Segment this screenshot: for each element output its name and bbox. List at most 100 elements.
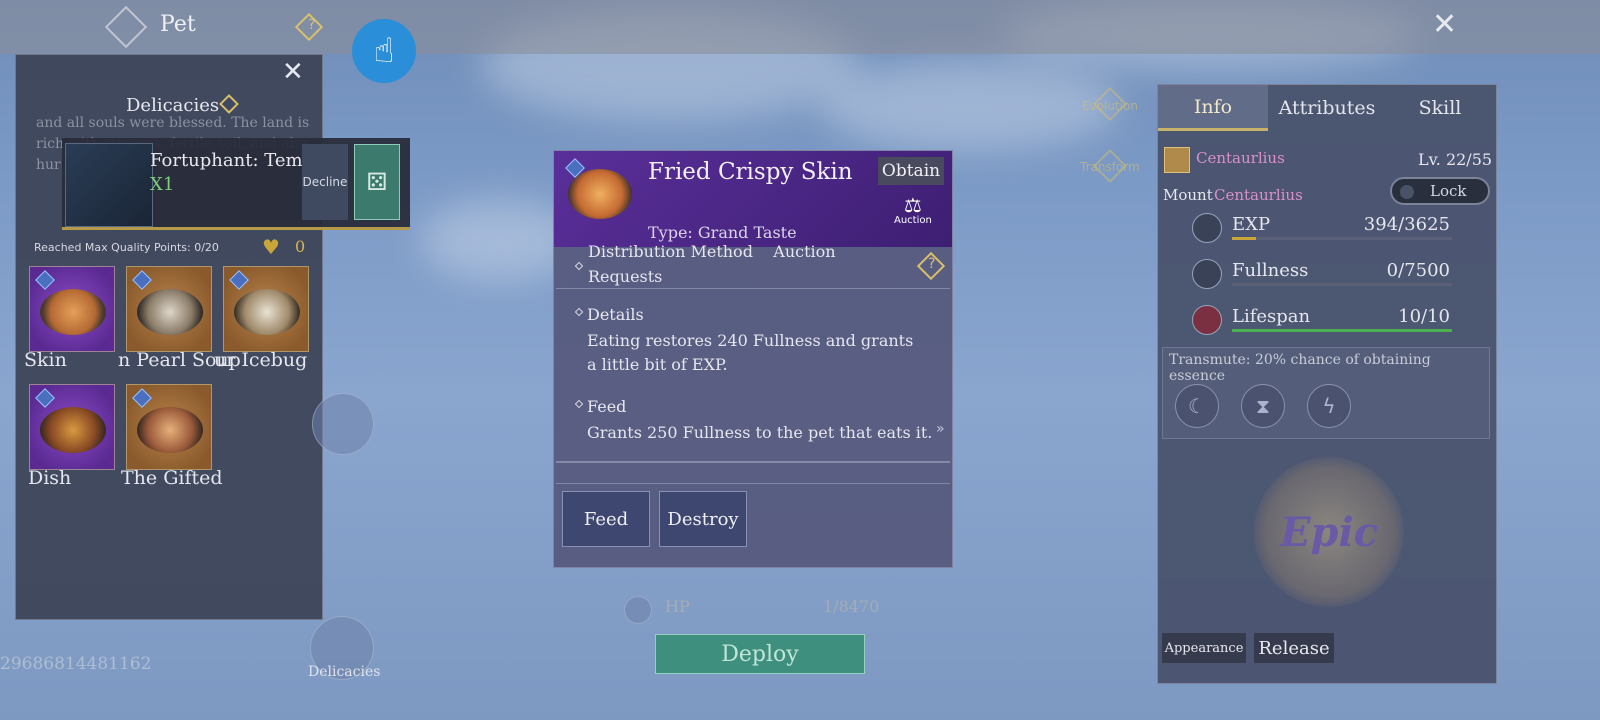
fullness-value: 0/7500 [1386, 260, 1450, 281]
food-icon [234, 289, 300, 335]
tap-hand-icon[interactable]: ☝ [352, 19, 416, 83]
mount-skill-icon[interactable] [312, 393, 374, 455]
item-badge-icon [35, 270, 55, 290]
bullet-icon [574, 399, 584, 409]
lifespan-bar-fill [1232, 329, 1452, 332]
lock-label: Lock [1430, 182, 1467, 200]
item-detail-header: Fried Crispy Skin Obtain ⚖ Auction Type:… [554, 151, 952, 247]
divider [556, 461, 950, 463]
mount-name: Centaurlius [1214, 186, 1303, 204]
item-slot[interactable] [29, 266, 115, 352]
hp-label: HP [665, 597, 690, 616]
item-slot[interactable] [223, 266, 309, 352]
item-detail-panel: Fried Crispy Skin Obtain ⚖ Auction Type:… [553, 150, 953, 568]
tab-attributes[interactable]: Attributes [1270, 85, 1384, 131]
pet-info-panel: Info Attributes Skill Centaurlius Lv. 22… [1157, 84, 1497, 684]
mount-type-icon [1164, 147, 1190, 173]
destroy-button[interactable]: Destroy [659, 491, 747, 547]
hourglass-essence-icon[interactable]: ⧗ [1241, 384, 1285, 428]
item-slot[interactable] [126, 384, 212, 470]
lifespan-value: 10/10 [1398, 306, 1450, 327]
release-button[interactable]: Release [1254, 633, 1334, 663]
lifespan-heart-icon [1192, 305, 1222, 335]
player-id: 29686814481162 [0, 654, 152, 674]
feed-button[interactable]: Feed [562, 491, 650, 547]
hp-drop-icon [624, 596, 652, 624]
food-icon [40, 289, 106, 335]
fullness-label: Fullness [1232, 260, 1309, 281]
feed-title: Feed [587, 397, 627, 416]
quality-points: Reached Max Quality Points: 0/20 [34, 241, 219, 254]
item-slot[interactable] [29, 384, 115, 470]
evolution-label: Evolution [1082, 99, 1138, 113]
exp-bar-fill [1232, 237, 1256, 240]
hp-value: 1/8470 [823, 597, 880, 616]
transmute-box: Transmute: 20% chance of obtaining essen… [1162, 347, 1490, 439]
distribution-text: Distribution Method Auction [588, 242, 836, 261]
lock-toggle[interactable]: Lock [1390, 177, 1490, 205]
panel-close-icon[interactable]: ✕ [282, 59, 304, 85]
exp-bar [1232, 237, 1452, 240]
exp-icon [1192, 213, 1222, 243]
tab-skill[interactable]: Skill [1384, 85, 1496, 131]
mount-label: Mount [1163, 186, 1213, 204]
bullet-icon [574, 261, 584, 271]
item-label: ur Icebug [214, 349, 308, 371]
close-icon[interactable]: ✕ [1432, 10, 1457, 40]
fullness-icon [1192, 259, 1222, 289]
lifespan-label: Lifespan [1232, 306, 1311, 327]
heart-icon: ♥ [262, 235, 280, 259]
scroll-down-icon[interactable]: » [936, 421, 945, 437]
food-icon [137, 289, 203, 335]
item-label: Skin [24, 349, 67, 371]
cloud [820, 60, 1120, 150]
pet-name: Centaurlius [1196, 149, 1285, 167]
item-label: Dish [28, 467, 72, 489]
toggle-knob [1400, 185, 1414, 199]
moon-essence-icon[interactable]: ☾ [1175, 384, 1219, 428]
delicacies-help-icon[interactable] [219, 94, 239, 114]
auction-label: Auction [894, 215, 932, 226]
transmute-text: Transmute: 20% chance of obtaining essen… [1169, 352, 1431, 384]
obtain-button[interactable]: Obtain [878, 157, 944, 185]
delicacies-shortcut-label: Delicacies [308, 664, 381, 680]
item-badge-icon [132, 270, 152, 290]
fried-crispy-skin-icon [568, 169, 632, 219]
rarity-emblem: Epic [1254, 457, 1404, 607]
dice-roll-button[interactable]: ⚄ [354, 144, 400, 220]
item-slot[interactable] [126, 266, 212, 352]
question-mark: ? [308, 17, 316, 33]
item-badge-icon [229, 270, 249, 290]
appearance-button[interactable]: Appearance [1162, 633, 1246, 663]
loot-quantity: X1 [150, 174, 175, 195]
lifespan-bar [1232, 329, 1452, 332]
auction-badge[interactable]: ⚖ Auction [894, 195, 932, 226]
item-label: The Gifted [121, 467, 223, 489]
bullet-icon [574, 307, 584, 317]
exp-value: 394/3625 [1363, 214, 1450, 235]
tab-info[interactable]: Info [1158, 85, 1268, 131]
fortuphant-icon [65, 143, 153, 227]
item-name: Fried Crispy Skin [648, 159, 853, 185]
transform-label: Transform [1080, 160, 1140, 174]
loot-card: Fortuphant: Temp. X1 Decline ⚄ [62, 138, 410, 230]
top-bar: Pet ? ✕ [0, 0, 1600, 54]
page-title: Pet [160, 12, 196, 37]
decline-button[interactable]: Decline [302, 144, 348, 220]
heart-count: 0 [295, 237, 306, 256]
item-badge-icon [35, 388, 55, 408]
auction-icon: ⚖ [903, 193, 922, 217]
exp-label: EXP [1232, 214, 1271, 235]
fullness-bar [1232, 283, 1452, 286]
details-title: Details [587, 305, 644, 324]
item-badge-icon [132, 388, 152, 408]
food-icon [40, 407, 106, 453]
details-text: Eating restores 240 Fullness and grants … [587, 331, 914, 374]
deploy-button[interactable]: Deploy [655, 634, 865, 674]
pet-diamond-icon [104, 5, 148, 49]
food-icon [137, 407, 203, 453]
delicacies-title: Delicacies [126, 95, 220, 116]
lightning-essence-icon[interactable]: ϟ [1307, 384, 1351, 428]
distribution-requests: Requests [588, 267, 663, 286]
feed-text: Grants 250 Fullness to the pet that eats… [587, 423, 933, 442]
